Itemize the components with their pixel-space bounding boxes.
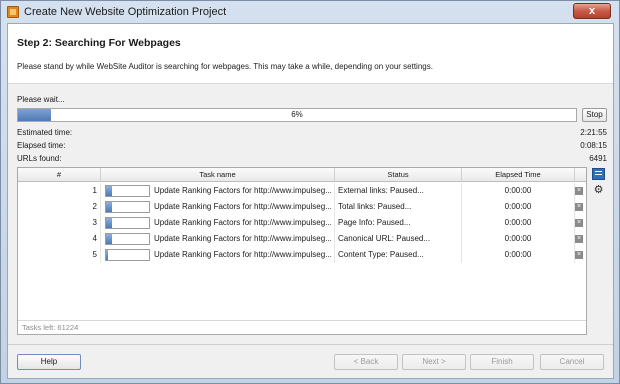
back-button[interactable]: < Back [334, 354, 398, 370]
column-number[interactable]: # [18, 168, 101, 182]
task-status: External links: Paused... [335, 183, 462, 199]
task-name: Update Ranking Factors for http://www.im… [154, 186, 332, 195]
urls-found-value: 6491 [589, 154, 607, 163]
stop-button[interactable]: Stop [582, 108, 607, 122]
row-number: 5 [18, 247, 101, 263]
task-elapsed-time: 0:00:00 [462, 231, 575, 247]
task-name: Update Ranking Factors for http://www.im… [154, 234, 332, 243]
close-button[interactable]: x [573, 3, 611, 19]
row-number: 4 [18, 231, 101, 247]
remove-task-icon[interactable]: × [575, 219, 583, 227]
wizard-window: Create New Website Optimization Project … [0, 0, 620, 384]
task-status: Page Info: Paused... [335, 215, 462, 231]
remove-task-icon[interactable]: × [575, 251, 583, 259]
task-status: Content Type: Paused... [335, 247, 462, 263]
task-elapsed-time: 0:00:00 [462, 215, 575, 231]
tasks-left: Tasks left: 61224 [22, 323, 79, 332]
task-progress-fill [106, 250, 108, 260]
wait-label: Please wait... [17, 95, 65, 104]
task-progress-fill [106, 234, 112, 244]
table-footer-divider [18, 320, 586, 321]
task-progress-bar [105, 201, 150, 213]
table-row[interactable]: 5 Update Ranking Factors for http://www.i… [18, 247, 586, 263]
row-number: 2 [18, 199, 101, 215]
elapsed-time-value: 0:08:15 [580, 141, 607, 150]
task-progress-fill [106, 186, 112, 196]
task-progress-fill [106, 218, 112, 228]
remove-task-icon[interactable]: × [575, 203, 583, 211]
remove-task-icon[interactable]: × [575, 235, 583, 243]
step-title: Step 2: Searching For Webpages [17, 37, 181, 49]
task-cell: Update Ranking Factors for http://www.im… [101, 215, 335, 231]
step-header: Step 2: Searching For Webpages Please st… [8, 24, 613, 84]
task-cell: Update Ranking Factors for http://www.im… [101, 231, 335, 247]
column-elapsed-time[interactable]: Elapsed Time [462, 168, 575, 182]
task-name: Update Ranking Factors for http://www.im… [154, 202, 332, 211]
table-header: # Task name Status Elapsed Time [18, 168, 586, 182]
next-button[interactable]: Next > [402, 354, 466, 370]
task-cell: Update Ranking Factors for http://www.im… [101, 183, 335, 199]
task-progress-bar [105, 233, 150, 245]
window-title: Create New Website Optimization Project [24, 6, 227, 18]
estimated-time-label: Estimated time: [17, 128, 73, 137]
estimated-time-value: 2:21:55 [580, 128, 607, 137]
task-elapsed-time: 0:00:00 [462, 183, 575, 199]
finish-button[interactable]: Finish [470, 354, 534, 370]
task-name: Update Ranking Factors for http://www.im… [154, 218, 332, 227]
app-icon [7, 6, 19, 18]
settings-icon[interactable]: ⚙ [592, 184, 605, 196]
table-row[interactable]: 3 Update Ranking Factors for http://www.i… [18, 215, 586, 231]
table-row[interactable]: 4 Update Ranking Factors for http://www.i… [18, 231, 586, 247]
title-bar: Create New Website Optimization Project … [1, 1, 619, 23]
task-progress-bar [105, 185, 150, 197]
task-cell: Update Ranking Factors for http://www.im… [101, 199, 335, 215]
footer-divider [8, 344, 613, 345]
estimated-time-row: Estimated time: 2:21:55 [17, 128, 607, 140]
wizard-body: Step 2: Searching For Webpages Please st… [7, 23, 614, 379]
table-view-icon[interactable] [592, 168, 605, 180]
help-button[interactable]: Help [17, 354, 81, 370]
table-row[interactable]: 1 Update Ranking Factors for http://www.i… [18, 183, 586, 199]
main-progress-bar: 6% [17, 108, 577, 122]
row-number: 3 [18, 215, 101, 231]
task-cell: Update Ranking Factors for http://www.im… [101, 247, 335, 263]
task-table: # Task name Status Elapsed Time 1 Update … [17, 167, 587, 335]
column-status[interactable]: Status [335, 168, 462, 182]
cancel-button[interactable]: Cancel [540, 354, 604, 370]
remove-task-icon[interactable]: × [575, 187, 583, 195]
task-progress-bar [105, 249, 150, 261]
task-status: Total links: Paused... [335, 199, 462, 215]
task-name: Update Ranking Factors for http://www.im… [154, 250, 332, 259]
elapsed-time-label: Elapsed time: [17, 141, 66, 150]
urls-found-label: URLs found: [17, 154, 62, 163]
step-description: Please stand by while WebSite Auditor is… [17, 62, 433, 71]
urls-found-row: URLs found: 6491 [17, 154, 607, 166]
task-status: Canonical URL: Paused... [335, 231, 462, 247]
row-number: 1 [18, 183, 101, 199]
task-elapsed-time: 0:00:00 [462, 199, 575, 215]
table-row[interactable]: 2 Update Ranking Factors for http://www.i… [18, 199, 586, 215]
task-progress-fill [106, 202, 112, 212]
progress-percent: 6% [291, 110, 303, 119]
task-progress-bar [105, 217, 150, 229]
task-elapsed-time: 0:00:00 [462, 247, 575, 263]
column-task-name[interactable]: Task name [101, 168, 335, 182]
elapsed-time-row: Elapsed time: 0:08:15 [17, 141, 607, 153]
